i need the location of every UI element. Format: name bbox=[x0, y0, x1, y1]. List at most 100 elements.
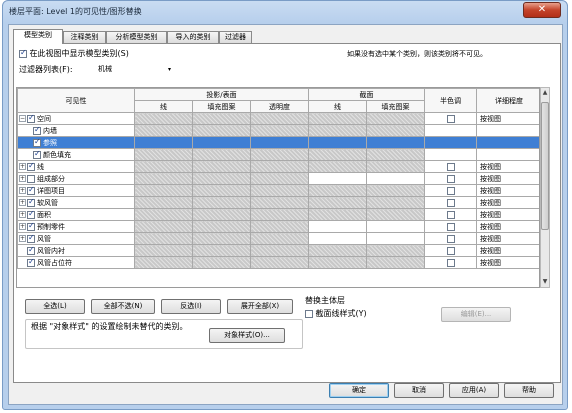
halftone-checkbox[interactable] bbox=[446, 186, 455, 195]
cut-fill-cell[interactable] bbox=[366, 232, 425, 245]
transparency-cell[interactable] bbox=[250, 148, 309, 161]
detail-level-cell[interactable]: 按视图 bbox=[476, 196, 539, 209]
table-row[interactable]: − 空间 按视图 bbox=[17, 112, 539, 125]
cut-fill-cell[interactable] bbox=[366, 124, 425, 137]
expand-icon[interactable]: + bbox=[19, 211, 26, 218]
cut-fill-cell[interactable] bbox=[366, 220, 425, 233]
halftone-checkbox[interactable] bbox=[446, 234, 455, 243]
projection-line-cell[interactable] bbox=[134, 244, 193, 257]
visibility-checkbox[interactable] bbox=[33, 138, 41, 147]
detail-level-cell[interactable] bbox=[476, 124, 539, 137]
transparency-cell[interactable] bbox=[250, 244, 309, 257]
table-row[interactable]: 内墙 bbox=[17, 124, 539, 137]
cut-line-cell[interactable] bbox=[308, 196, 367, 209]
cut-line-style-checkbox[interactable] bbox=[305, 309, 313, 318]
projection-fill-cell[interactable] bbox=[192, 136, 251, 149]
detail-level-cell[interactable] bbox=[476, 148, 539, 161]
projection-line-cell[interactable] bbox=[134, 112, 193, 125]
projection-fill-cell[interactable] bbox=[192, 256, 251, 269]
visibility-checkbox[interactable] bbox=[27, 174, 35, 183]
cut-fill-cell[interactable] bbox=[366, 244, 425, 257]
halftone-cell[interactable] bbox=[424, 172, 477, 185]
halftone-checkbox[interactable] bbox=[446, 258, 455, 267]
halftone-checkbox[interactable] bbox=[446, 222, 455, 231]
transparency-cell[interactable] bbox=[250, 256, 309, 269]
expand-icon[interactable]: + bbox=[19, 223, 26, 230]
visibility-checkbox[interactable] bbox=[27, 198, 35, 207]
transparency-cell[interactable] bbox=[250, 136, 309, 149]
projection-fill-cell[interactable] bbox=[192, 244, 251, 257]
table-row[interactable]: 风管内衬 按视图 bbox=[17, 244, 539, 257]
transparency-cell[interactable] bbox=[250, 172, 309, 185]
category-name-cell[interactable]: + 软风管 bbox=[17, 196, 135, 209]
header-visibility[interactable]: 可见性 bbox=[17, 88, 135, 113]
expand-icon[interactable]: + bbox=[19, 187, 26, 194]
projection-fill-cell[interactable] bbox=[192, 208, 251, 221]
visibility-checkbox[interactable] bbox=[27, 186, 35, 195]
halftone-cell[interactable] bbox=[424, 184, 477, 197]
projection-line-cell[interactable] bbox=[134, 256, 193, 269]
tab-analytical-model-categories[interactable]: 分析模型类别 bbox=[106, 31, 167, 43]
cancel-button[interactable]: 取消 bbox=[394, 383, 444, 398]
category-name-cell[interactable]: 颜色填充 bbox=[17, 148, 135, 161]
projection-line-cell[interactable] bbox=[134, 232, 193, 245]
halftone-checkbox[interactable] bbox=[446, 114, 455, 123]
visibility-checkbox[interactable] bbox=[27, 162, 35, 171]
halftone-checkbox[interactable] bbox=[446, 162, 455, 171]
transparency-cell[interactable] bbox=[250, 196, 309, 209]
transparency-cell[interactable] bbox=[250, 184, 309, 197]
filter-list-select[interactable]: 机械 ▾ bbox=[95, 63, 173, 75]
projection-line-cell[interactable] bbox=[134, 172, 193, 185]
cut-fill-cell[interactable] bbox=[366, 160, 425, 173]
expand-icon[interactable]: + bbox=[19, 235, 26, 242]
visibility-checkbox[interactable] bbox=[27, 258, 35, 267]
cut-fill-cell[interactable] bbox=[366, 208, 425, 221]
cut-line-cell[interactable] bbox=[308, 172, 367, 185]
cut-line-cell[interactable] bbox=[308, 244, 367, 257]
halftone-cell[interactable] bbox=[424, 232, 477, 245]
category-name-cell[interactable]: +线 bbox=[17, 160, 135, 173]
table-row[interactable]: +线 按视图 bbox=[17, 160, 539, 173]
cut-line-style-option[interactable]: 截面线样式(Y) bbox=[305, 308, 367, 319]
projection-line-cell[interactable] bbox=[134, 136, 193, 149]
tab-annotation-categories[interactable]: 注释类别 bbox=[63, 31, 106, 43]
halftone-checkbox[interactable] bbox=[446, 210, 455, 219]
table-row[interactable]: + 详图项目 按视图 bbox=[17, 184, 539, 197]
projection-fill-cell[interactable] bbox=[192, 160, 251, 173]
cut-fill-cell[interactable] bbox=[366, 172, 425, 185]
category-name-cell[interactable]: + 组成部分 bbox=[17, 172, 135, 185]
projection-fill-cell[interactable] bbox=[192, 124, 251, 137]
category-name-cell[interactable]: 风管内衬 bbox=[17, 244, 135, 257]
table-row[interactable]: + 组成部分 按视图 bbox=[17, 172, 539, 185]
table-row[interactable]: 颜色填充 bbox=[17, 148, 539, 161]
halftone-cell[interactable] bbox=[424, 220, 477, 233]
help-button[interactable]: 帮助 bbox=[504, 383, 554, 398]
expand-icon[interactable]: + bbox=[19, 163, 26, 170]
select-none-button[interactable]: 全部不选(N) bbox=[91, 299, 155, 314]
cut-line-cell[interactable] bbox=[308, 256, 367, 269]
scrollbar-thumb[interactable] bbox=[541, 102, 549, 230]
table-row[interactable]: + 软风管 按视图 bbox=[17, 196, 539, 209]
detail-level-cell[interactable]: 按视图 bbox=[476, 160, 539, 173]
detail-level-cell[interactable] bbox=[476, 136, 539, 149]
collapse-icon[interactable]: − bbox=[19, 115, 26, 122]
halftone-checkbox[interactable] bbox=[446, 246, 455, 255]
edit-button[interactable]: 编辑(E)... bbox=[441, 307, 511, 322]
projection-line-cell[interactable] bbox=[134, 184, 193, 197]
table-row[interactable]: 风管占位符 按视图 bbox=[17, 256, 539, 269]
detail-level-cell[interactable]: 按视图 bbox=[476, 244, 539, 257]
category-name-cell[interactable]: + 详图项目 bbox=[17, 184, 135, 197]
expand-icon[interactable]: + bbox=[19, 175, 26, 182]
halftone-cell[interactable] bbox=[424, 136, 477, 149]
halftone-cell[interactable] bbox=[424, 124, 477, 137]
cut-fill-cell[interactable] bbox=[366, 256, 425, 269]
projection-line-cell[interactable] bbox=[134, 208, 193, 221]
apply-button[interactable]: 应用(A) bbox=[449, 383, 499, 398]
cut-line-cell[interactable] bbox=[308, 112, 367, 125]
projection-fill-cell[interactable] bbox=[192, 232, 251, 245]
tab-model-categories[interactable]: 模型类别 bbox=[13, 29, 63, 44]
cut-line-cell[interactable] bbox=[308, 208, 367, 221]
show-model-categories-option[interactable]: 在此视图中显示模型类别(S) bbox=[19, 48, 129, 59]
projection-line-cell[interactable] bbox=[134, 160, 193, 173]
object-styles-button[interactable]: 对象样式(O)... bbox=[209, 328, 285, 343]
